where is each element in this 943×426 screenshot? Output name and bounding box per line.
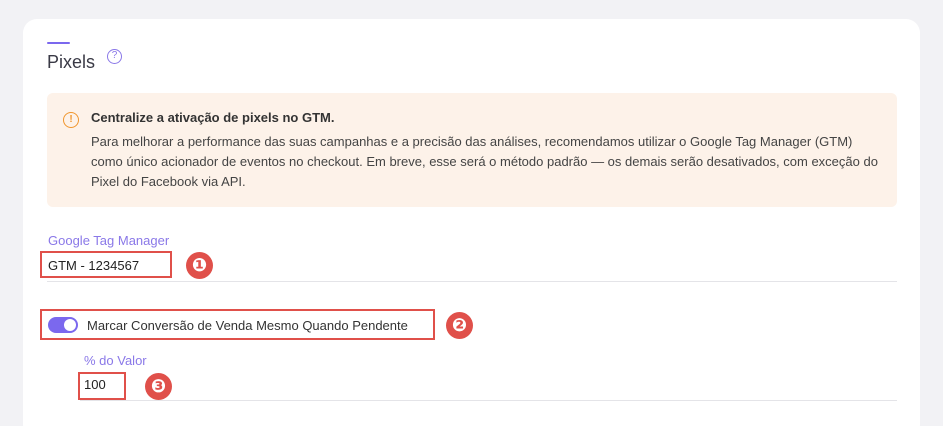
percent-field-label: % do Valor (84, 353, 147, 368)
annotation-badge-1: ❶ (186, 252, 213, 279)
exclamation-circle-icon: ! (63, 112, 79, 128)
annotation-box-3 (78, 372, 126, 400)
gtm-field-label: Google Tag Manager (48, 233, 170, 248)
pixels-card (23, 19, 920, 426)
alert-text: Para melhorar a performance das suas cam… (91, 134, 878, 189)
gtm-field-underline (47, 281, 897, 282)
annotation-box-1 (40, 251, 172, 278)
annotation-badge-3: ❸ (145, 373, 172, 400)
section-title: Pixels (47, 52, 96, 72)
annotation-box-2 (40, 309, 435, 340)
annotation-badge-2: ❷ (446, 312, 473, 339)
gtm-alert: ! Centralize a ativação de pixels no GTM… (47, 93, 897, 207)
alert-title: Centralize a ativação de pixels no GTM. (91, 110, 335, 125)
title-accent-bar (47, 42, 70, 44)
percent-field-underline (80, 400, 897, 401)
help-icon[interactable]: ? (107, 49, 122, 64)
